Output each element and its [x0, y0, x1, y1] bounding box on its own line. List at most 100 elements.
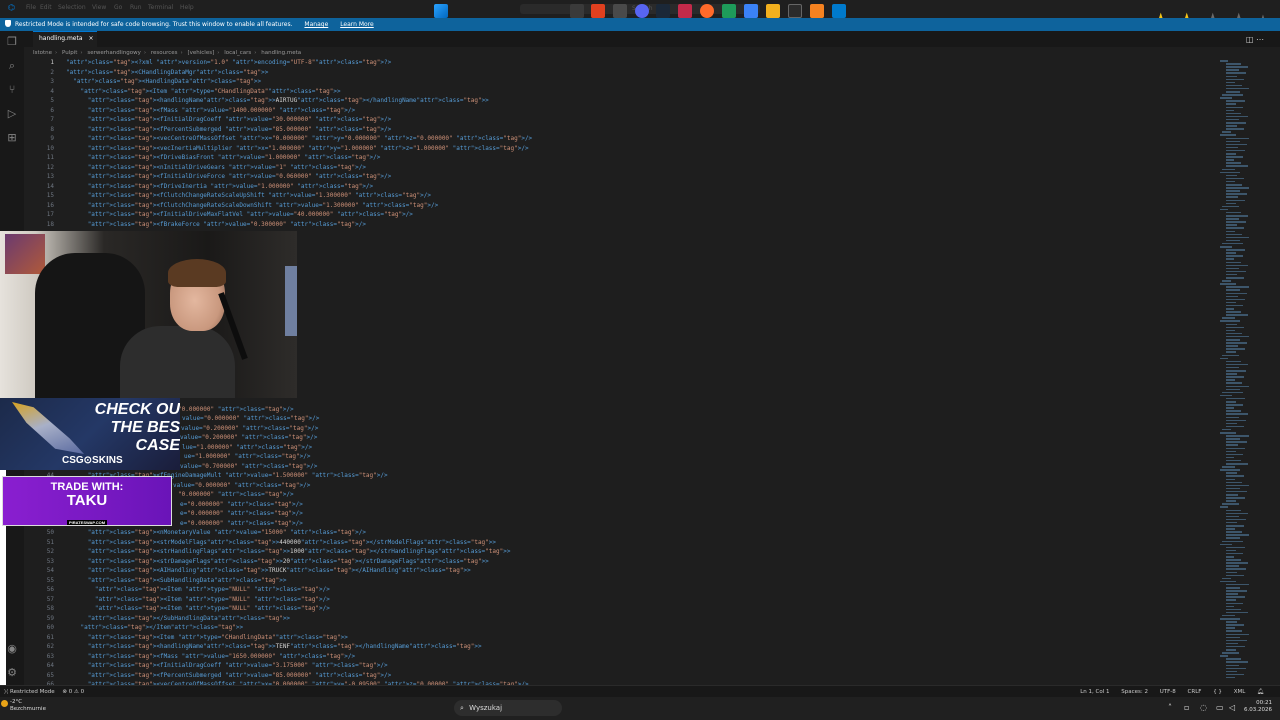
breadcrumb-item[interactable]: [vehicles] — [187, 50, 214, 56]
minimap-line — [1226, 494, 1238, 496]
minimap-line — [1226, 444, 1238, 446]
app-icon-active[interactable] — [678, 4, 692, 18]
notepad-icon[interactable] — [744, 4, 758, 18]
spreadsheet-icon[interactable] — [722, 4, 736, 18]
minimap-line — [1226, 571, 1237, 573]
vscode-taskbar-icon[interactable] — [832, 4, 846, 18]
indentation[interactable]: Spaces: 2 — [1121, 689, 1148, 695]
minimap-line — [1226, 115, 1248, 118]
line-number: 13 — [46, 173, 54, 180]
tray-icon[interactable]: ▫ — [1184, 703, 1189, 712]
source-control-icon[interactable]: ⑂ — [6, 84, 18, 96]
learn-more-link[interactable]: Learn More — [340, 21, 374, 28]
minimap-line — [1226, 348, 1245, 350]
account-icon[interactable]: ◉ — [6, 643, 18, 655]
minimap-line — [1220, 60, 1228, 62]
minimap-line — [1226, 202, 1236, 205]
minimap-line — [1226, 63, 1241, 65]
run-debug-icon[interactable]: ▷ — [6, 108, 18, 120]
menu-go[interactable]: Go — [114, 4, 122, 11]
minimap-line — [1226, 611, 1248, 614]
brave-browser-icon[interactable] — [591, 4, 605, 18]
minimap-line — [1226, 621, 1237, 623]
minimap-line — [1226, 156, 1243, 158]
breadcrumb-item[interactable]: handling.meta — [261, 50, 301, 56]
breadcrumb-item[interactable]: local_cars — [224, 50, 251, 56]
breadcrumb-item[interactable]: Istotne — [33, 50, 52, 56]
extensions-icon[interactable]: ⊞ — [6, 132, 18, 144]
line-number: 11 — [46, 154, 54, 161]
restricted-mode-banner: Restricted Mode is intended for safe cod… — [0, 18, 1280, 31]
search-icon[interactable]: ⌕ — [6, 60, 18, 72]
line-code: e="0.000000" "attr">class="tag">/> — [180, 510, 303, 518]
menu-selection[interactable]: Selection — [58, 4, 86, 11]
breadcrumb-item[interactable]: serwerhandlingowy — [87, 50, 141, 56]
tab-close-icon[interactable]: × — [89, 35, 94, 42]
notifications-bell-icon[interactable]: 🔔︎ — [1257, 689, 1264, 695]
menu-help[interactable]: Help — [180, 4, 194, 11]
steam-icon[interactable] — [656, 4, 670, 18]
menu-terminal[interactable]: Terminal — [148, 4, 173, 11]
minimap[interactable] — [1218, 58, 1262, 685]
eol[interactable]: CRLF — [1188, 689, 1202, 695]
minimap-line — [1226, 605, 1234, 608]
menu-edit[interactable]: Edit — [40, 4, 52, 11]
line-code: "attr">class="tag"><handlingName"attr">c… — [87, 643, 482, 651]
menu-view[interactable]: View — [92, 4, 106, 11]
weather-widget[interactable]: -2°C Bezchmurnie — [1, 699, 46, 713]
minimap-line — [1226, 636, 1240, 639]
minimap-line — [1226, 351, 1236, 353]
app-icon-orange[interactable] — [700, 4, 714, 18]
explorer-icon[interactable]: ❐ — [6, 36, 18, 48]
minimap-line — [1220, 171, 1240, 174]
tray-chevron-icon[interactable]: ˄ — [1168, 703, 1172, 712]
tab-handling-meta[interactable]: handling.meta × — [33, 31, 97, 47]
minimap-line — [1226, 196, 1238, 198]
editor-scrollbar[interactable] — [1268, 58, 1278, 685]
cursor-position[interactable]: Ln 1, Col 1 — [1080, 689, 1109, 695]
minimap-line — [1226, 645, 1245, 648]
line-code: "attr">class="tag"><HandlingData"attr">c… — [73, 78, 262, 85]
breadcrumb-item[interactable]: Pulpit — [62, 50, 77, 56]
tray-mic-icon[interactable]: ◌ — [1200, 703, 1207, 712]
system-clock[interactable]: 00:21 6.03.2026 — [1244, 700, 1272, 714]
menu-file[interactable]: File — [26, 4, 36, 11]
minimap-line — [1226, 72, 1246, 74]
line-number: 55 — [46, 576, 54, 584]
file-explorer-icon[interactable] — [766, 4, 780, 18]
menu-run[interactable]: Run — [130, 4, 142, 11]
language-mode[interactable]: { } XML — [1213, 689, 1245, 695]
problems-status[interactable]: ⊗ 0 ⚠ 0 — [62, 689, 84, 695]
taskbar-search[interactable]: ⌕ Wyszukaj — [454, 700, 562, 716]
manage-link[interactable]: Manage — [304, 21, 328, 28]
minimap-line — [1226, 81, 1235, 84]
split-editor-icon[interactable]: ◫ ⋯ — [1246, 35, 1264, 44]
minimap-line — [1222, 614, 1235, 617]
line-code: "attr">class="tag"><fPercentSubmerged "a… — [87, 671, 392, 679]
volume-icon[interactable]: ◁ — [1229, 703, 1235, 712]
minimap-line — [1226, 215, 1248, 217]
minimap-line — [1226, 180, 1235, 183]
minimap-line — [1220, 320, 1240, 322]
minimap-line — [1226, 301, 1236, 304]
task-view-icon[interactable] — [570, 4, 584, 18]
terminal-icon[interactable] — [788, 4, 802, 18]
windows-start-icon[interactable] — [434, 4, 448, 18]
minimap-line — [1226, 453, 1243, 456]
minimap-line — [1226, 311, 1241, 313]
settings-gear-icon[interactable]: ⚙ — [6, 667, 18, 679]
breadcrumb-item[interactable]: resources — [151, 50, 178, 56]
line-number: 16 — [46, 201, 54, 209]
line-code: "attr">class="tag"><fPercentSubmerged "a… — [87, 125, 392, 133]
minimap-line — [1220, 208, 1228, 211]
minimap-line — [1222, 428, 1231, 431]
app-icon[interactable] — [613, 4, 627, 18]
encoding[interactable]: UTF-8 — [1160, 689, 1176, 695]
app-icon-a[interactable] — [810, 4, 824, 18]
discord-icon[interactable] — [635, 4, 649, 18]
minimap-line — [1226, 66, 1248, 68]
network-icon[interactable]: ▭ — [1216, 703, 1224, 712]
minimap-line — [1226, 174, 1237, 177]
restricted-mode-status[interactable]: Restricted Mode — [10, 689, 55, 695]
minimap-line — [1222, 131, 1231, 133]
